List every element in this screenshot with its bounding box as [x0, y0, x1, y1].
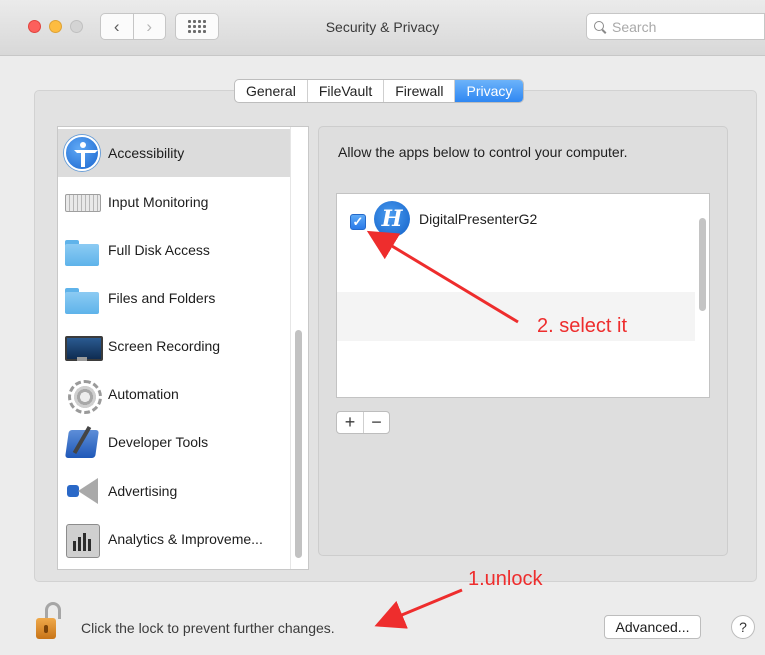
tab-filevault[interactable]: FileVault [306, 80, 383, 102]
sidebar-item-analytics[interactable]: Analytics & Improveme... [58, 515, 290, 563]
sidebar-item-full-disk-access[interactable]: Full Disk Access [58, 226, 290, 274]
empty-row [337, 292, 695, 341]
gear-icon [64, 376, 102, 414]
sidebar-item-label: Developer Tools [108, 434, 209, 450]
sidebar-item-accessibility[interactable]: Accessibility [58, 129, 290, 177]
sidebar-item-label: Accessibility [108, 145, 185, 161]
sidebar-item-screen-recording[interactable]: Screen Recording [58, 322, 290, 370]
sidebar-item-label: Full Disk Access [108, 242, 210, 258]
sidebar-item-label: Advertising [108, 483, 178, 499]
sidebar-item-label: Screen Recording [108, 338, 221, 354]
app-list: ✓ H DigitalPresenterG2 [336, 193, 710, 398]
empty-row [337, 341, 695, 390]
accessibility-icon [64, 135, 100, 171]
sidebar-item-files-and-folders[interactable]: Files and Folders [58, 274, 290, 322]
folder-icon [64, 232, 100, 268]
search-icon [594, 20, 606, 33]
advanced-button[interactable]: Advanced... [604, 615, 701, 639]
sidebar-item-label: Automation [108, 386, 179, 402]
add-remove-control: + − [336, 411, 390, 434]
sidebar-item-automation[interactable]: Automation [58, 370, 290, 418]
search-placeholder: Search [612, 18, 657, 35]
sidebar-item-label: Files and Folders [108, 290, 216, 306]
keyboard-icon [64, 184, 101, 220]
unlock-arrow [374, 588, 463, 629]
tab-general[interactable]: General [235, 80, 307, 102]
empty-row [337, 243, 695, 292]
app-checkbox[interactable]: ✓ [350, 214, 366, 230]
app-name: DigitalPresenterG2 [419, 211, 538, 227]
megaphone-icon [64, 473, 100, 509]
folder-icon [64, 280, 100, 316]
list-item[interactable]: ✓ H DigitalPresenterG2 [337, 194, 695, 243]
tab-firewall[interactable]: Firewall [383, 80, 454, 102]
select-annotation: 2. select it [537, 315, 628, 337]
monitor-icon [64, 328, 103, 364]
analytics-icon [64, 521, 100, 558]
search-field[interactable]: Search [586, 13, 765, 40]
lock-status-text: Click the lock to prevent further change… [81, 620, 335, 636]
remove-app-button[interactable]: − [363, 412, 389, 433]
tab-bar: General FileVault Firewall Privacy [234, 79, 525, 103]
sidebar-item-developer-tools[interactable]: Developer Tools [58, 418, 290, 466]
sidebar-item-input-monitoring[interactable]: Input Monitoring [58, 178, 290, 226]
title-bar: ‹ › Security & Privacy Search [0, 0, 765, 56]
sidebar-item-advertising[interactable]: Advertising [58, 467, 290, 515]
sidebar-item-label: Input Monitoring [108, 194, 209, 210]
sidebar-item-label: Analytics & Improveme... [108, 531, 263, 547]
app-list-scrollbar[interactable] [699, 218, 706, 311]
help-button[interactable]: ? [731, 615, 755, 639]
sidebar-scrollbar[interactable] [295, 330, 302, 558]
unlock-annotation: 1.unlock [468, 568, 543, 590]
lock-icon[interactable] [36, 602, 64, 640]
sidebar-divider [290, 127, 291, 569]
developer-tools-icon [64, 424, 100, 460]
privacy-category-list: Accessibility Input Monitoring Full Disk… [57, 126, 309, 570]
tab-privacy[interactable]: Privacy [454, 80, 524, 102]
security-privacy-window: ‹ › Security & Privacy Search General Fi… [0, 0, 765, 655]
app-icon: H [374, 201, 410, 237]
pane-description: Allow the apps below to control your com… [338, 144, 628, 160]
add-app-button[interactable]: + [337, 412, 363, 433]
